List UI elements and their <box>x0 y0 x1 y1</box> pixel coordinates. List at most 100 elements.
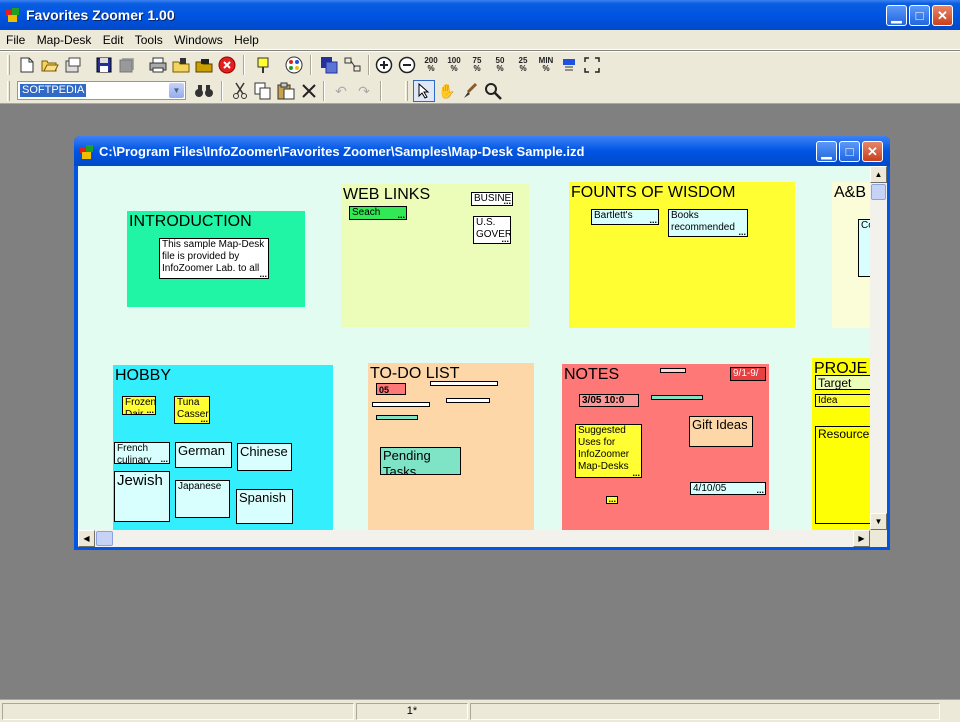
note-item[interactable]: 3/05 10:0 <box>579 394 639 407</box>
group-introduction[interactable]: INTRODUCTION This sample Map-Desk file i… <box>127 211 305 307</box>
print-icon[interactable] <box>147 54 169 76</box>
note-item[interactable]: Tuna Casser <box>174 396 210 424</box>
horizontal-scroll-thumb[interactable] <box>96 531 113 546</box>
scroll-right-icon[interactable]: ▶ <box>853 530 870 547</box>
note-item[interactable]: French culinary <box>114 442 170 464</box>
note-item[interactable]: German <box>175 442 232 468</box>
toolbar-grip[interactable] <box>7 55 10 75</box>
menu-windows[interactable]: Windows <box>170 30 227 47</box>
zoom-min-button[interactable]: MIN% <box>535 54 557 76</box>
new-file-icon[interactable] <box>16 54 38 76</box>
child-maximize-button[interactable]: □ <box>839 141 860 162</box>
brush-icon[interactable] <box>459 80 481 102</box>
export-icon[interactable] <box>193 54 215 76</box>
note-item[interactable]: Gift Ideas <box>689 416 753 447</box>
task-bar[interactable] <box>430 381 498 386</box>
group-hobby[interactable]: HOBBY Frozen Dair Tuna Casser French cul… <box>113 365 333 530</box>
menu-edit[interactable]: Edit <box>99 30 128 47</box>
group-to-do-list[interactable]: TO-DO LIST 05 1.1 Pending Tasks <box>368 363 534 530</box>
magnifier-icon[interactable] <box>482 80 504 102</box>
note-item[interactable]: Target <box>815 375 870 390</box>
properties-icon[interactable] <box>62 54 84 76</box>
note-item[interactable]: Pending Tasks <box>380 447 461 475</box>
group-founts-of-wisdom[interactable]: FOUNTS OF WISDOM Bartlett's Books recomm… <box>569 182 795 328</box>
pin-note-icon[interactable] <box>252 54 274 76</box>
menu-help[interactable]: Help <box>230 30 263 47</box>
search-combo[interactable]: SOFTPEDIA ▼ <box>17 81 186 100</box>
copy-icon[interactable] <box>252 80 274 102</box>
map-desk-canvas[interactable]: INTRODUCTION This sample Map-Desk file i… <box>78 166 870 530</box>
cut-icon[interactable] <box>229 80 251 102</box>
minimize-button[interactable]: ▁ <box>886 5 907 26</box>
note-item[interactable] <box>606 496 618 504</box>
cascade-windows-icon[interactable] <box>318 54 340 76</box>
note-item[interactable]: 4/10/05 <box>690 482 766 495</box>
note-item[interactable]: Frozen Dair <box>122 396 156 415</box>
scroll-up-icon[interactable]: ▲ <box>870 166 887 183</box>
main-title-bar[interactable]: Favorites Zoomer 1.00 ▁ □ ✕ <box>0 0 960 30</box>
note-item[interactable]: 9/1-9/ <box>730 367 766 381</box>
maximize-button[interactable]: □ <box>909 5 930 26</box>
zoom-75-button[interactable]: 75% <box>466 54 488 76</box>
delete-icon[interactable] <box>298 80 320 102</box>
open-folder-icon[interactable] <box>39 54 61 76</box>
note-item[interactable]: Seach <box>349 206 407 220</box>
note-item[interactable]: Idea <box>815 394 870 407</box>
note-item[interactable]: Spanish <box>236 489 293 524</box>
group-projects[interactable]: PROJE Target Idea Resource <box>812 358 870 530</box>
paste-icon[interactable] <box>275 80 297 102</box>
note-item[interactable]: This sample Map-Desk file is provided by… <box>159 238 269 279</box>
note-item[interactable]: Jewish <box>114 471 170 522</box>
save-all-icon[interactable] <box>116 54 138 76</box>
horizontal-scrollbar[interactable]: ◀ ▶ <box>78 530 870 547</box>
close-button[interactable]: ✕ <box>932 5 953 26</box>
toolbar-grip[interactable] <box>405 81 408 101</box>
zoom-fit-all-icon[interactable] <box>581 54 603 76</box>
undo-icon[interactable]: ↶ <box>330 80 352 102</box>
task-bar[interactable] <box>372 402 430 407</box>
note-item[interactable]: Resource <box>815 426 870 524</box>
zoom-out-icon[interactable] <box>396 54 418 76</box>
note-bar[interactable] <box>651 395 703 400</box>
vertical-scroll-thumb[interactable] <box>871 184 886 200</box>
binoculars-icon[interactable] <box>193 80 215 102</box>
zoom-200-button[interactable]: 200% <box>420 54 442 76</box>
save-icon[interactable] <box>93 54 115 76</box>
select-pointer-icon[interactable] <box>413 80 435 102</box>
group-a-and-b[interactable]: A&B Co co <box>832 182 870 328</box>
group-web-links[interactable]: WEB LINKS Seach BUSINE U.S. GOVERM <box>341 184 529 327</box>
child-minimize-button[interactable]: ▁ <box>816 141 837 162</box>
zoom-50-button[interactable]: 50% <box>489 54 511 76</box>
map-desk-title-bar[interactable]: C:\Program Files\InfoZoomer\Favorites Zo… <box>74 136 890 166</box>
import-icon[interactable] <box>170 54 192 76</box>
note-item[interactable]: Chinese <box>237 443 292 471</box>
hand-pan-icon[interactable]: ✋ <box>436 80 458 102</box>
zoom-100-button[interactable]: 100% <box>443 54 465 76</box>
menu-tools[interactable]: Tools <box>131 30 167 47</box>
resize-grip[interactable] <box>870 530 887 547</box>
zoom-in-icon[interactable] <box>373 54 395 76</box>
zoom-25-button[interactable]: 25% <box>512 54 534 76</box>
note-item[interactable]: BUSINE <box>471 192 513 206</box>
zoom-fit-text-icon[interactable] <box>558 54 580 76</box>
note-item[interactable]: Books recommended <box>668 209 748 237</box>
scroll-down-icon[interactable]: ▼ <box>870 513 887 530</box>
color-palette-icon[interactable] <box>283 54 305 76</box>
arrange-icon[interactable] <box>342 54 364 76</box>
task-bar[interactable] <box>446 398 490 403</box>
note-item[interactable]: Suggested Uses for InfoZoomer Map-Desks <box>575 424 642 478</box>
chevron-down-icon[interactable]: ▼ <box>169 83 184 98</box>
group-notes[interactable]: NOTES 9/1-9/ 3/05 10:0 Suggested Uses fo… <box>562 364 769 530</box>
note-item[interactable]: 05 1.1 <box>376 383 406 395</box>
note-item[interactable]: Japanese <box>175 480 230 518</box>
menu-file[interactable]: File <box>0 30 29 47</box>
stop-icon[interactable] <box>216 54 238 76</box>
map-desk-window[interactable]: C:\Program Files\InfoZoomer\Favorites Zo… <box>74 136 890 550</box>
task-bar[interactable] <box>376 415 418 420</box>
menu-map-desk[interactable]: Map-Desk <box>33 30 96 47</box>
scroll-left-icon[interactable]: ◀ <box>78 530 95 547</box>
note-bar[interactable] <box>660 368 686 373</box>
vertical-scrollbar[interactable]: ▲ ▼ <box>870 166 887 530</box>
note-item[interactable]: Co co <box>858 219 870 277</box>
note-item[interactable]: Bartlett's <box>591 209 659 225</box>
